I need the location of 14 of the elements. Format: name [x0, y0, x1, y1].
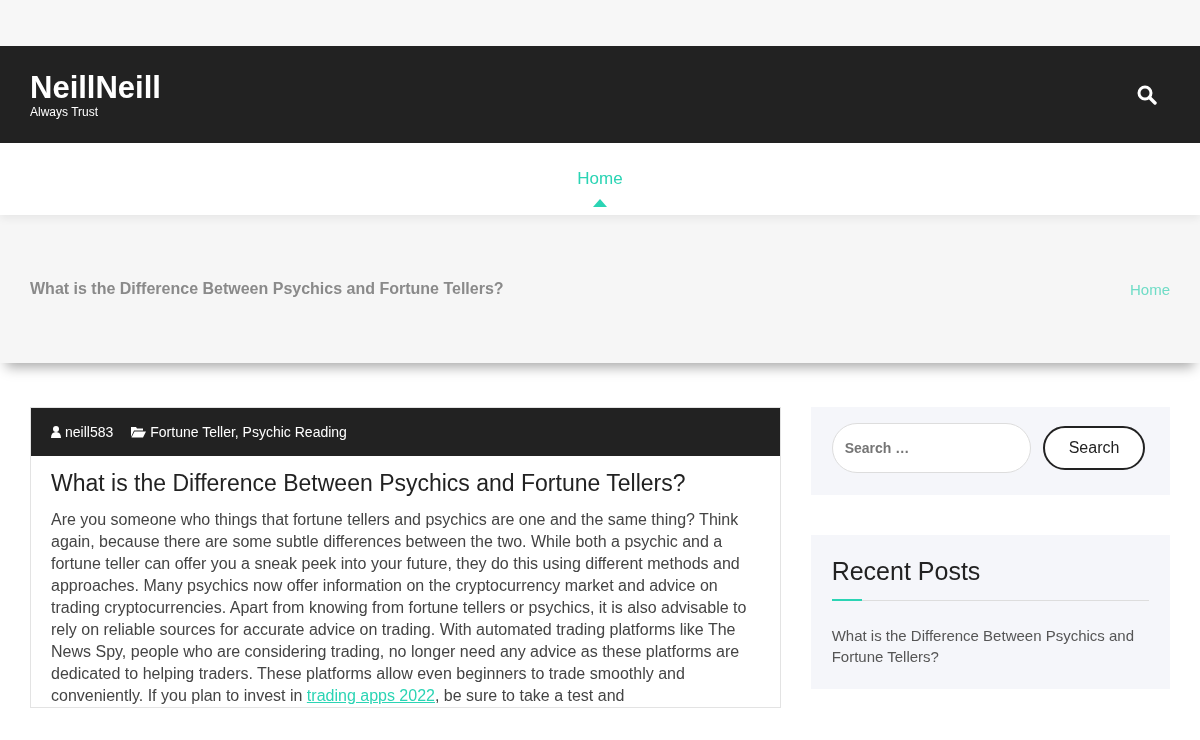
post-categories[interactable]: Fortune Teller, Psychic Reading [150, 424, 347, 440]
folder-icon [131, 426, 147, 438]
post-author[interactable]: neill583 [65, 424, 114, 440]
site-title[interactable]: NeillNeill [30, 70, 161, 105]
search-icon[interactable] [1137, 84, 1157, 105]
user-icon [51, 426, 61, 438]
widget-heading: Recent Posts [831, 557, 982, 586]
site-tagline: Always Trust [30, 104, 99, 119]
page-title: What is the Difference Between Psychics and Fortune Tellers? [30, 280, 504, 298]
recent-post-link[interactable]: What is the Difference Between Psychics and Fortune Tellers? [831, 625, 1149, 667]
search-field[interactable]: Search … [831, 423, 1031, 473]
post-title: What is the Difference Between Psychics and Fortune Tellers? [51, 470, 687, 497]
post-paragraph: Are you someone who things that fortune tellers and psychics are one and the same thing? Think again, because there are some subtle differences between the two. While both a psychic and a fortune teller can offer you a sneak peek into your future, they do this using different methods and approaches. Many psychics now offer information on the cryptocurrency market and advice on trading cryptocurrencies. Apart from knowing from fortune tellers or psychics, it is also advisable to rely on reliable sources for accurate advice on trading. With automated trading platforms like The News Spy, people who are considering trading, no longer need any advice as these platforms are dedicated to helping traders. These platforms allow even beginners to trade smoothly and conveniently. If you plan to invest in trading apps 2022, be sure to take a test and [51, 510, 748, 706]
search-button[interactable]: Search [1042, 426, 1146, 470]
